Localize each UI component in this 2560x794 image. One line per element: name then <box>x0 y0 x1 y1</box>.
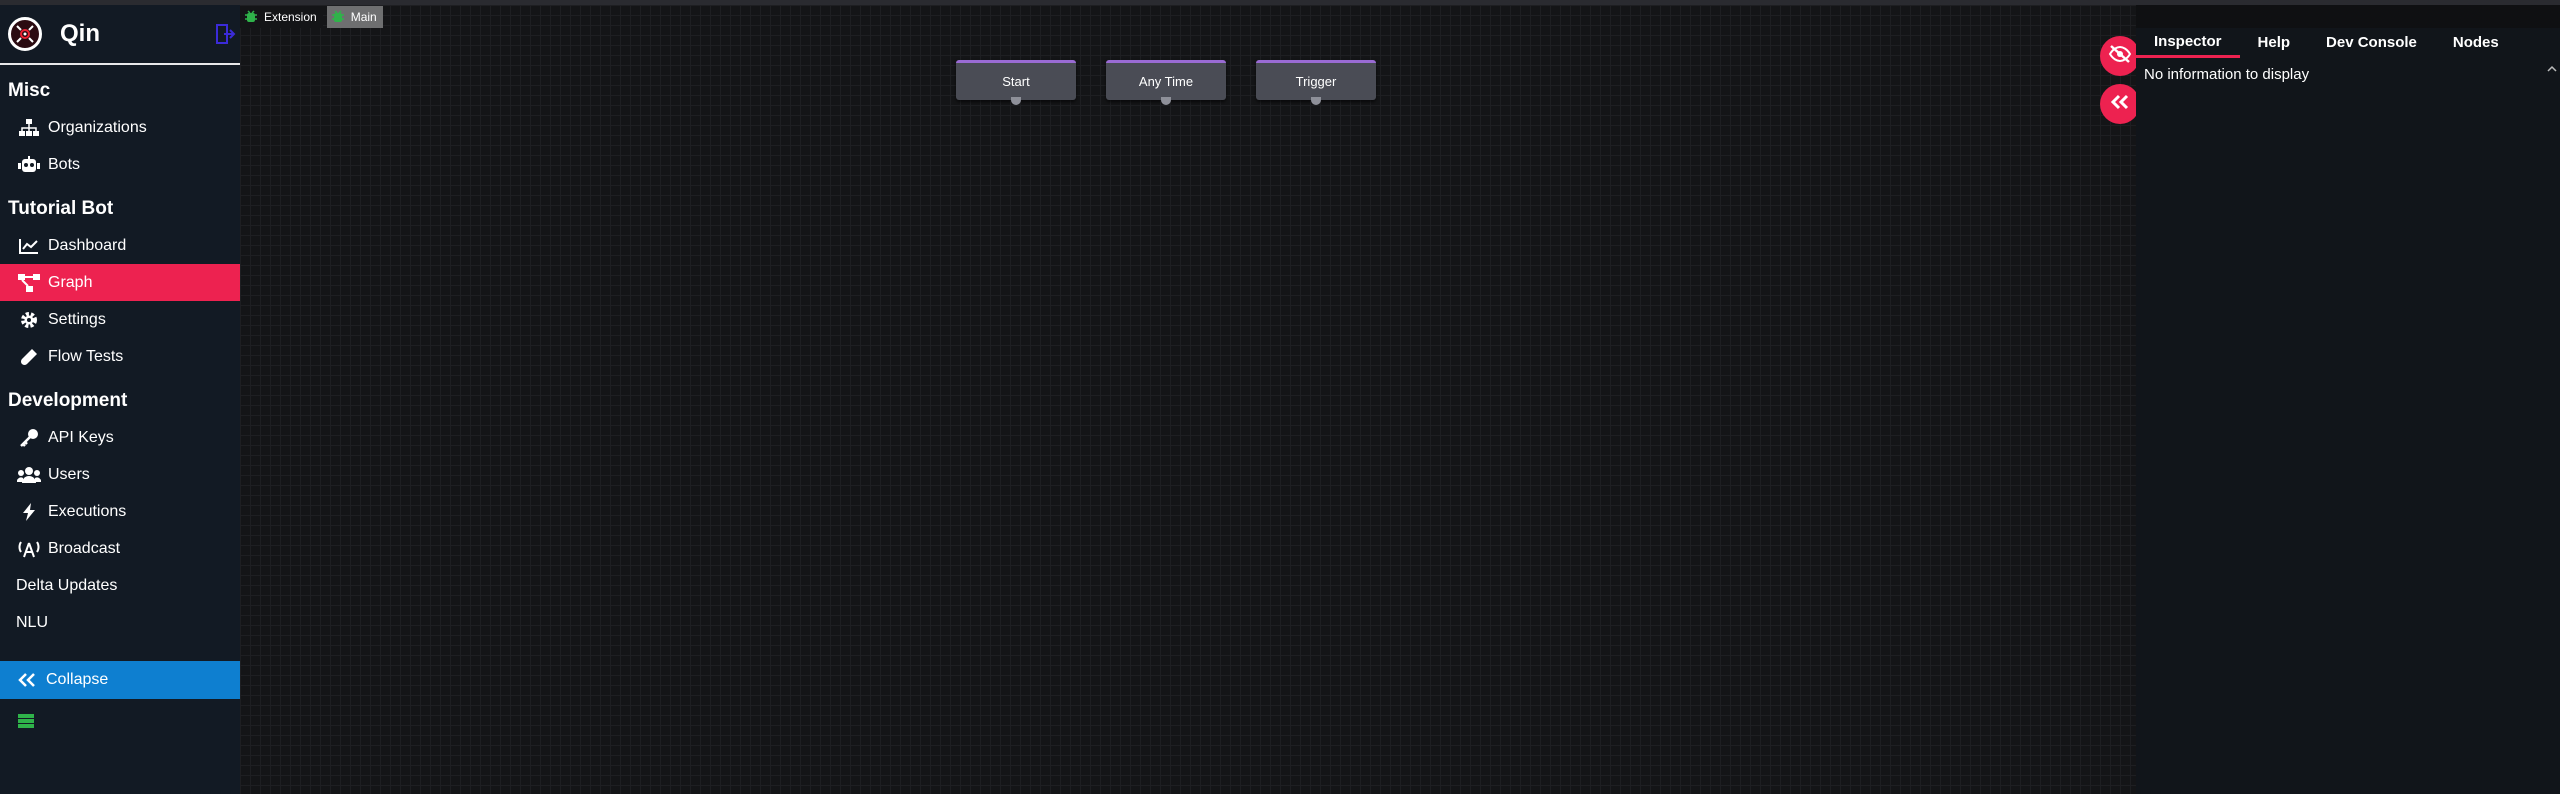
server-stack-icon[interactable] <box>18 713 34 729</box>
right-panel <box>2136 28 2560 794</box>
sidebar-item-label: Dashboard <box>48 236 127 254</box>
sidebar-item-label: Bots <box>48 155 81 173</box>
tab-inspector[interactable]: Inspector <box>2136 28 2240 58</box>
graph-icon <box>16 273 42 293</box>
sidebar-item-nlu[interactable]: NLU <box>0 604 240 641</box>
bug-icon <box>331 10 345 24</box>
sidebar-item-broadcast[interactable]: Broadcast <box>0 530 240 567</box>
scroll-up-icon[interactable] <box>2546 62 2558 74</box>
sidebar-item-label: Delta Updates <box>16 576 118 594</box>
sidebar-item-delta-updates[interactable]: Delta Updates <box>0 567 240 604</box>
chart-line-icon <box>16 236 42 256</box>
sidebar-item-flow-tests[interactable]: Flow Tests <box>0 338 240 375</box>
collapse-label: Collapse <box>46 671 109 688</box>
sidebar-item-label: Flow Tests <box>48 347 124 365</box>
sidebar-item-settings[interactable]: Settings <box>0 301 240 338</box>
section-misc: Misc <box>8 80 51 101</box>
node-start[interactable]: Start <box>956 60 1076 105</box>
double-chevron-left-icon <box>18 673 38 687</box>
sidebar: Qin Misc Organizations Bots Tutorial Bot… <box>0 5 240 794</box>
sidebar-item-label: NLU <box>16 613 49 631</box>
expand-panel-button[interactable] <box>2100 84 2140 124</box>
flow-tab-label: Main <box>350 10 377 24</box>
key-icon <box>16 428 42 448</box>
tab-help[interactable]: Help <box>2240 28 2309 58</box>
gear-icon <box>16 310 42 330</box>
node-label: Trigger <box>1295 74 1337 89</box>
sidebar-item-label: Broadcast <box>48 539 121 557</box>
sidebar-item-dashboard[interactable]: Dashboard <box>0 227 240 264</box>
app-name: Qin <box>60 20 100 47</box>
node-label: Any Time <box>1138 74 1194 89</box>
bolt-icon <box>16 502 42 522</box>
logout-icon[interactable] <box>216 23 236 45</box>
sidebar-item-label: Graph <box>48 273 93 291</box>
collapse-button[interactable]: Collapse <box>0 661 240 699</box>
brand: Qin <box>0 5 240 65</box>
node-label: Start <box>1002 74 1030 89</box>
sidebar-item-executions[interactable]: Executions <box>0 493 240 530</box>
node-any-time[interactable]: Any Time <box>1106 60 1226 105</box>
sidebar-item-graph[interactable]: Graph <box>0 264 240 301</box>
sidebar-item-organizations[interactable]: Organizations <box>0 109 240 146</box>
flow-tab-extension[interactable]: Extension <box>240 6 323 28</box>
app-logo-icon[interactable] <box>8 17 42 51</box>
test-tube-icon <box>16 347 42 367</box>
sidebar-item-label: Executions <box>48 502 127 520</box>
sidebar-item-users[interactable]: Users <box>0 456 240 493</box>
node-trigger[interactable]: Trigger <box>1256 60 1376 105</box>
sidebar-item-api-keys[interactable]: API Keys <box>0 419 240 456</box>
panel-empty-message: No information to display <box>2144 66 2310 83</box>
section-tutorial-bot: Tutorial Bot <box>8 198 114 219</box>
double-chevron-left-icon <box>2110 94 2130 115</box>
tab-nodes[interactable]: Nodes <box>2435 28 2517 58</box>
sidebar-item-label: Settings <box>48 310 106 328</box>
hide-panel-button[interactable] <box>2100 36 2140 76</box>
robot-icon <box>16 155 42 175</box>
sidebar-item-label: API Keys <box>48 428 114 446</box>
flow-tab-main[interactable]: Main <box>326 6 383 28</box>
broadcast-icon <box>16 539 42 559</box>
sidebar-item-label: Organizations <box>48 118 147 136</box>
users-icon <box>16 465 42 485</box>
sidebar-item-bots[interactable]: Bots <box>0 146 240 183</box>
sitemap-icon <box>16 118 42 138</box>
panel-tabs: Inspector Help Dev Console Nodes <box>2136 28 2560 58</box>
graph-canvas[interactable] <box>240 5 2136 794</box>
section-development: Development <box>8 390 128 411</box>
sidebar-item-label: Users <box>48 465 90 483</box>
tab-dev-console[interactable]: Dev Console <box>2308 28 2435 58</box>
flow-tab-label: Extension <box>264 10 317 24</box>
eye-slash-icon <box>2108 44 2132 69</box>
flow-tabs: Extension Main <box>240 6 383 28</box>
bug-icon <box>244 10 258 24</box>
